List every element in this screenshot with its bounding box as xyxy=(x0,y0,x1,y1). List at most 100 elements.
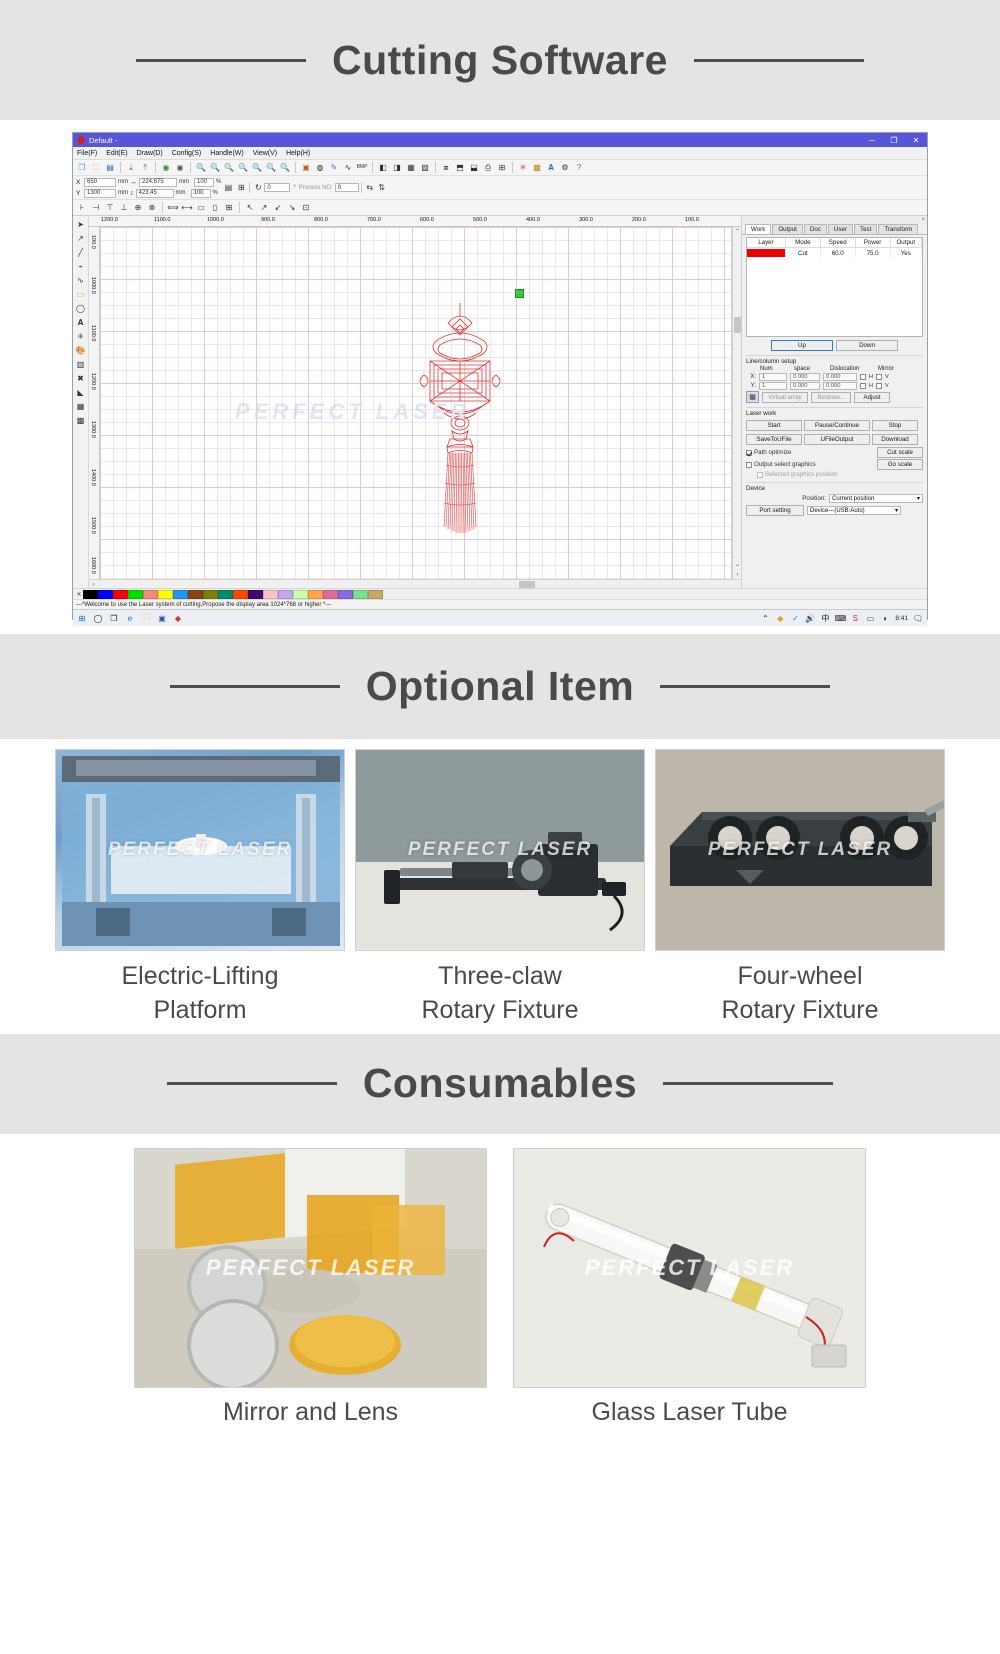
chevron-down-icon[interactable]: ▾ xyxy=(895,507,898,514)
palette-color[interactable] xyxy=(128,589,143,599)
y-mirror-v-checkbox[interactable] xyxy=(875,383,882,389)
layer-mode[interactable]: Cut xyxy=(785,247,821,258)
scroll-end-icon[interactable]: › xyxy=(733,570,742,579)
menu-view[interactable]: View(V) xyxy=(253,150,277,157)
tray-app-icon[interactable]: S xyxy=(850,613,860,623)
line-tool-icon[interactable]: ╱ xyxy=(75,247,87,258)
same-width-icon[interactable]: ▭ xyxy=(195,202,207,214)
array-preview-icon[interactable]: ▦ xyxy=(746,391,759,403)
node-tool-icon[interactable]: ↗ xyxy=(75,233,87,244)
design-canvas[interactable]: PERFECT LASER xyxy=(100,227,732,579)
delete-tool-icon[interactable]: ✖ xyxy=(75,373,87,384)
select-arrow-icon[interactable]: ➤ xyxy=(75,219,87,230)
device-select[interactable]: Device---(USB:Auto) ▾ xyxy=(807,506,901,515)
store-icon[interactable]: ▣ xyxy=(157,613,167,623)
table-row[interactable]: Cut 60.0 75.0 Yes xyxy=(747,247,923,258)
capture-tool-icon[interactable]: ▥ xyxy=(75,359,87,370)
origin-bottomright-icon[interactable]: ↘ xyxy=(286,202,298,214)
palette-color[interactable] xyxy=(203,589,218,599)
scroll-down-icon[interactable]: ⌄ xyxy=(733,560,742,569)
node-edit-icon[interactable]: ✎ xyxy=(328,162,340,174)
edge-icon[interactable]: e xyxy=(125,613,135,623)
zoom-region-icon[interactable]: 🔍 xyxy=(279,162,291,174)
align-center-v-icon[interactable]: ⊗ xyxy=(146,202,158,214)
y-num-input[interactable]: 1 xyxy=(759,382,787,390)
palette-color[interactable] xyxy=(323,589,338,599)
layer-output[interactable]: Yes xyxy=(890,247,923,258)
y-dislocation-input[interactable]: 0.000 xyxy=(823,382,857,390)
palette-color[interactable] xyxy=(173,589,188,599)
rotate-icon[interactable]: ↻ xyxy=(252,182,264,194)
palette-color[interactable] xyxy=(263,589,278,599)
layer-speed[interactable]: 60.0 xyxy=(820,247,856,258)
x-dislocation-input[interactable]: 0.000 xyxy=(823,373,857,381)
palette-color[interactable] xyxy=(83,589,98,599)
palette-color[interactable] xyxy=(188,589,203,599)
settings-icon[interactable]: ⚙ xyxy=(559,162,571,174)
palette-color[interactable] xyxy=(143,589,158,599)
y-input[interactable]: 1300 xyxy=(84,188,116,198)
menu-draw[interactable]: Draw(D) xyxy=(137,150,163,157)
start-icon[interactable]: ⊞ xyxy=(77,613,87,623)
tab-user[interactable]: User xyxy=(827,224,853,234)
color-tool-icon[interactable]: ✳ xyxy=(517,162,529,174)
keyboard-icon[interactable]: ⌨ xyxy=(835,613,847,623)
preview-icon[interactable]: ◍ xyxy=(314,162,326,174)
path-optimize-checkbox[interactable] xyxy=(746,449,752,456)
down-button[interactable]: Down xyxy=(836,340,898,351)
zoom-all-icon[interactable]: 🔍 xyxy=(265,162,277,174)
palette-color[interactable] xyxy=(338,589,353,599)
download-button[interactable]: Download xyxy=(872,434,918,445)
same-height-icon[interactable]: ▯ xyxy=(209,202,221,214)
scroll-up-icon[interactable]: ⌃ xyxy=(733,227,742,236)
battery-icon[interactable]: ▭ xyxy=(865,613,875,623)
width-input[interactable]: 224.875 xyxy=(139,177,177,187)
angle-input[interactable]: 0 xyxy=(264,183,291,192)
vertical-scrollbar[interactable]: ⌃ ⌄ › xyxy=(732,227,741,579)
x-input[interactable]: 650 xyxy=(84,177,116,187)
x-mirror-h-checkbox[interactable] xyxy=(860,374,866,380)
menu-handle[interactable]: Handle(W) xyxy=(210,150,243,157)
group-icon[interactable]: ▦ xyxy=(405,162,417,174)
layer-color-swatch[interactable] xyxy=(747,249,785,257)
align-center-h-icon[interactable]: ⊕ xyxy=(132,202,144,214)
undo-icon[interactable]: ◉ xyxy=(160,162,172,174)
laser-app-icon[interactable]: ◆ xyxy=(173,613,183,623)
bestrew-button[interactable]: Bestrew... xyxy=(811,391,851,403)
tab-work[interactable]: Work xyxy=(745,224,772,234)
palette-color[interactable] xyxy=(158,589,173,599)
adjust-button[interactable]: Adjust xyxy=(854,391,890,403)
horizontal-scrollbar[interactable]: ‹ xyxy=(89,579,741,588)
minimize-button[interactable]: ─ xyxy=(861,133,883,147)
ellipse-tool-icon[interactable]: ◯ xyxy=(75,303,87,314)
bmp-icon[interactable]: BMP xyxy=(356,162,368,174)
curve-tool-icon[interactable]: ∿ xyxy=(75,275,87,286)
palette-color[interactable] xyxy=(308,589,323,599)
search-icon[interactable]: ◯ xyxy=(93,613,103,623)
maximize-button[interactable]: ❐ xyxy=(883,133,905,147)
scroll-left-icon[interactable]: ‹ xyxy=(89,580,98,589)
volume-icon[interactable]: 🔊 xyxy=(805,613,815,623)
up-button[interactable]: Up xyxy=(771,340,833,351)
menu-help[interactable]: Help(H) xyxy=(286,150,310,157)
vertical-scroll-thumb[interactable] xyxy=(734,317,741,333)
curve-icon[interactable]: ∿ xyxy=(342,162,354,174)
frame-icon[interactable]: ▣ xyxy=(300,162,312,174)
start-button[interactable]: Start xyxy=(746,420,802,431)
horizontal-scroll-thumb[interactable] xyxy=(519,581,535,588)
open-file-icon[interactable]: 🗀 xyxy=(90,162,102,174)
align-right-edge-icon[interactable]: ⊣ xyxy=(90,202,102,214)
cut-scale-button[interactable]: Cut scale xyxy=(877,447,923,458)
stop-button[interactable]: Stop xyxy=(872,420,918,431)
weld-icon[interactable]: ⬒ xyxy=(454,162,466,174)
y-mirror-h-checkbox[interactable] xyxy=(860,383,866,389)
palette-color[interactable] xyxy=(113,589,128,599)
port-setting-button[interactable]: Port setting xyxy=(746,505,804,516)
palette-color[interactable] xyxy=(353,589,368,599)
output-select-graphics-checkbox[interactable] xyxy=(746,461,752,468)
origin-center-icon[interactable]: ⊡ xyxy=(300,202,312,214)
palette-color[interactable] xyxy=(98,589,113,599)
new-file-icon[interactable]: ❒ xyxy=(76,162,88,174)
tab-test[interactable]: Test xyxy=(854,224,878,234)
star-tool-icon[interactable]: ✳ xyxy=(75,331,87,342)
